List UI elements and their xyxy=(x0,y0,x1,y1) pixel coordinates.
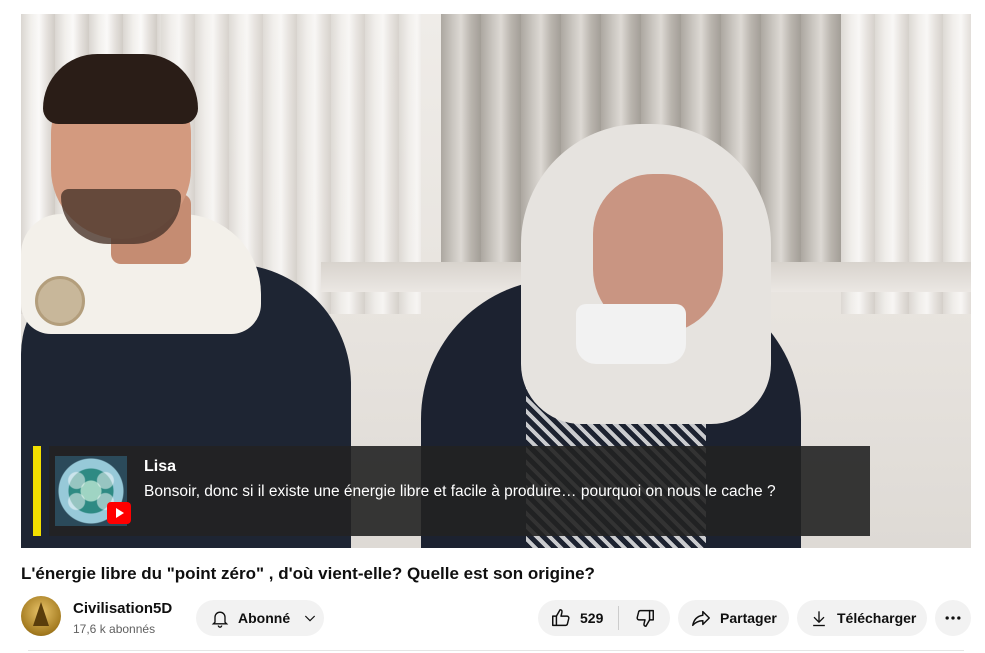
share-icon xyxy=(690,607,712,629)
share-label: Partager xyxy=(720,610,777,626)
subscribe-button[interactable]: Abonné xyxy=(196,600,324,636)
chat-author-name: Lisa xyxy=(144,458,177,475)
download-icon xyxy=(809,608,829,628)
chat-message-text: Bonsoir, donc si il existe une énergie l… xyxy=(144,483,776,500)
more-actions-button[interactable] xyxy=(935,600,971,636)
dislike-button[interactable] xyxy=(619,600,670,636)
channel-name[interactable]: Civilisation5D xyxy=(73,600,172,617)
download-label: Télécharger xyxy=(837,610,917,626)
section-divider xyxy=(28,650,964,651)
youtube-icon xyxy=(107,502,131,524)
like-dislike-group: 529 xyxy=(538,600,670,636)
subscriber-count: 17,6 k abonnés xyxy=(73,622,156,636)
more-icon xyxy=(943,608,963,628)
chat-overlay: Lisa Bonsoir, donc si il existe une éner… xyxy=(49,446,870,536)
share-button[interactable]: Partager xyxy=(678,600,789,636)
like-button[interactable]: 529 xyxy=(538,600,618,636)
like-count: 529 xyxy=(580,610,604,626)
subscribe-label: Abonné xyxy=(238,610,291,626)
download-button[interactable]: Télécharger xyxy=(797,600,927,636)
chevron-down-icon xyxy=(302,610,318,626)
channel-avatar[interactable] xyxy=(21,596,61,636)
video-title: L'énergie libre du "point zéro" , d'où v… xyxy=(21,564,595,583)
video-player[interactable]: Lisa Bonsoir, donc si il existe une éner… xyxy=(21,14,971,548)
thumbs-up-icon xyxy=(550,607,572,629)
thumbs-down-icon xyxy=(634,607,656,629)
chat-accent-bar xyxy=(33,446,41,536)
bell-icon xyxy=(210,608,230,628)
